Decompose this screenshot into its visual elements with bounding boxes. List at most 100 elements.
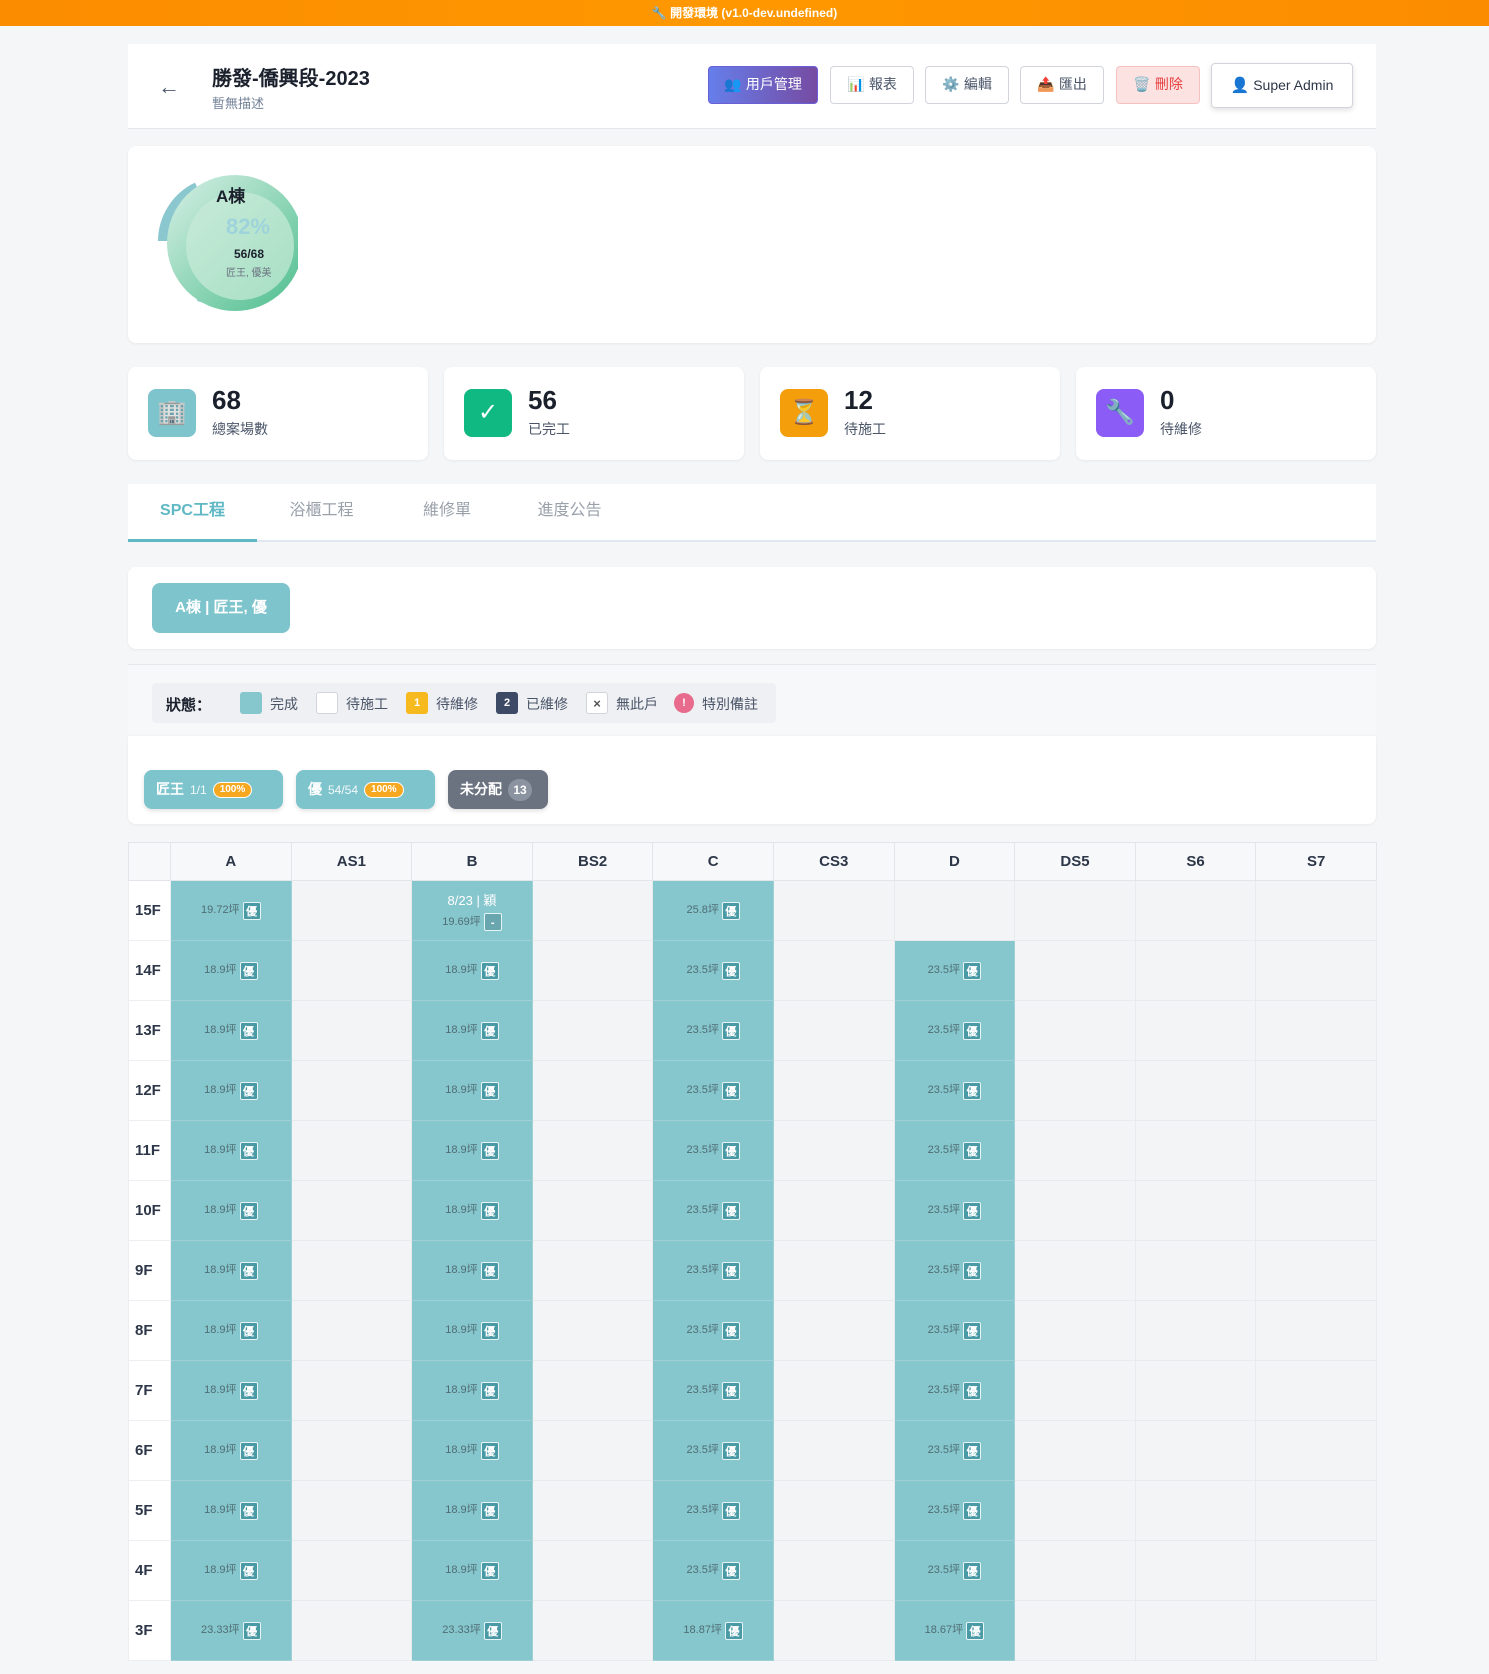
team-badge: 優: [721, 1081, 740, 1100]
team-badge: 優: [239, 1441, 258, 1460]
unit-cell-complete[interactable]: 23.5坪優: [893, 1240, 1016, 1301]
unit-cell-complete[interactable]: 18.9坪優: [170, 1420, 292, 1481]
unit-cell-empty: [290, 1000, 413, 1061]
unit-cell-complete[interactable]: 23.33坪優: [170, 1600, 292, 1661]
user-management-button[interactable]: 👥 用戶管理: [708, 66, 818, 104]
unit-cell-empty: [290, 1060, 413, 1121]
stat-card-pending: ⏳ 12 待施工: [760, 367, 1060, 460]
unit-cell-complete[interactable]: 18.9坪優: [170, 1480, 292, 1541]
unit-cell-complete[interactable]: 23.5坪優: [652, 1240, 774, 1301]
unit-cell-complete[interactable]: 18.9坪優: [170, 1360, 292, 1421]
tab-announcements[interactable]: 進度公告: [508, 484, 631, 542]
unit-cell-complete[interactable]: 18.9坪優: [411, 1480, 533, 1541]
unit-cell-empty: [1255, 1240, 1377, 1301]
unit-cell-complete[interactable]: 23.33坪優: [411, 1600, 533, 1661]
unit-cell-complete[interactable]: 18.9坪優: [411, 940, 533, 1001]
export-button[interactable]: 📤 匯出: [1020, 66, 1104, 104]
unit-area: 18.9坪: [204, 1084, 237, 1097]
unit-cell-complete[interactable]: 23.5坪優: [652, 1300, 774, 1361]
unit-cell-complete[interactable]: 18.9坪優: [411, 1360, 533, 1421]
unit-cell-complete[interactable]: 18.9坪優: [411, 1000, 533, 1061]
unit-cell-complete[interactable]: 18.87坪優: [652, 1600, 774, 1661]
team-badge: 優: [963, 1201, 982, 1220]
unit-cell-complete[interactable]: 23.5坪優: [893, 1360, 1016, 1421]
report-button[interactable]: 📊 報表: [830, 66, 914, 104]
edit-button[interactable]: ⚙️ 編輯: [925, 66, 1009, 104]
account-button[interactable]: 👤 Super Admin: [1211, 63, 1353, 108]
unit-cell-complete[interactable]: 18.9坪優: [170, 1540, 292, 1601]
unit-cell-complete[interactable]: 23.5坪優: [893, 1060, 1016, 1121]
building-a-button[interactable]: A棟 | 匠王, 優: [152, 583, 290, 633]
team-badge: 優: [239, 961, 258, 980]
unit-cell-complete[interactable]: 23.5坪優: [893, 1420, 1016, 1481]
unit-cell-complete[interactable]: 23.5坪優: [652, 1180, 774, 1241]
unit-cell-complete[interactable]: 18.9坪優: [411, 1060, 533, 1121]
unit-cell-complete[interactable]: 19.72坪優: [170, 880, 292, 941]
team-percent-badge: 100%: [364, 782, 404, 799]
team-badge: 優: [480, 1201, 499, 1220]
unit-cell-complete[interactable]: 18.9坪優: [170, 1060, 292, 1121]
unit-area: 23.5坪: [686, 1264, 719, 1277]
unit-cell-complete[interactable]: 18.9坪優: [170, 1000, 292, 1061]
tab-repair-orders[interactable]: 維修單: [386, 484, 508, 542]
team-count: 54/54: [328, 783, 359, 797]
team-badge: 優: [480, 1321, 499, 1340]
unit-cell-complete[interactable]: 23.5坪優: [893, 940, 1016, 1001]
unit-cell-complete[interactable]: 18.9坪優: [411, 1120, 533, 1181]
delete-button[interactable]: 🗑️ 刪除: [1116, 66, 1200, 104]
unit-area: 18.9坪: [445, 1324, 478, 1337]
tab-spc[interactable]: SPC工程: [128, 484, 257, 542]
unit-cell-complete[interactable]: 23.5坪優: [652, 1000, 774, 1061]
unit-area: 23.5坪: [686, 1444, 719, 1457]
unit-cell-complete[interactable]: 23.5坪優: [893, 1180, 1016, 1241]
floor-label: 13F: [128, 1000, 171, 1061]
unit-cell-complete[interactable]: 23.5坪優: [652, 1420, 774, 1481]
column-header: CS3: [772, 842, 895, 881]
unit-cell-complete[interactable]: 18.9坪優: [170, 1240, 292, 1301]
unit-cell-complete[interactable]: 25.8坪優: [652, 880, 774, 941]
unit-cell-complete[interactable]: 23.5坪優: [893, 1300, 1016, 1361]
unit-cell-complete[interactable]: 23.5坪優: [652, 1540, 774, 1601]
unit-cell-complete[interactable]: 23.5坪優: [652, 1120, 774, 1181]
unit-cell-empty: [1014, 1060, 1136, 1121]
team-badge: 優: [963, 1261, 982, 1280]
unit-area: 18.9坪: [204, 1024, 237, 1037]
team-badge: 優: [721, 1321, 740, 1340]
team-badge: 優: [480, 1381, 499, 1400]
unit-cell-complete[interactable]: 18.9坪優: [170, 940, 292, 1001]
unit-cell-complete[interactable]: 23.5坪優: [652, 1480, 774, 1541]
unit-cell-complete[interactable]: 23.5坪優: [652, 1060, 774, 1121]
unit-cell-complete[interactable]: 18.9坪優: [411, 1540, 533, 1601]
unit-cell-empty: [1134, 1360, 1257, 1421]
team-chip-unassigned[interactable]: 未分配 13: [448, 770, 548, 809]
team-badge: 優: [721, 1441, 740, 1460]
unit-cell-complete[interactable]: 23.5坪優: [893, 1120, 1016, 1181]
unit-cell-complete[interactable]: 23.5坪優: [893, 1480, 1016, 1541]
unit-cell-complete[interactable]: 18.9坪優: [411, 1420, 533, 1481]
unit-cell-complete[interactable]: 18.9坪優: [170, 1120, 292, 1181]
unit-cell-complete[interactable]: 8/23 | 穎 19.69坪 -: [411, 880, 533, 941]
team-badge: 優: [721, 1021, 740, 1040]
unit-cell-complete[interactable]: 23.5坪優: [652, 1360, 774, 1421]
team-chip[interactable]: 優 54/54 100%: [296, 770, 435, 809]
unit-cell-empty: [772, 1300, 895, 1361]
team-chip[interactable]: 匠王 1/1 100%: [144, 770, 283, 809]
floor-label: 11F: [128, 1120, 171, 1181]
legend-swatch-pending: [316, 692, 338, 714]
unit-area: 18.87坪: [683, 1624, 722, 1637]
unit-cell-empty: [1255, 880, 1377, 941]
unit-cell-empty[interactable]: [893, 880, 1016, 941]
unit-cell-complete[interactable]: 18.9坪優: [170, 1180, 292, 1241]
unit-cell-complete[interactable]: 23.5坪優: [893, 1540, 1016, 1601]
unit-cell-complete[interactable]: 18.67坪優: [893, 1600, 1016, 1661]
unit-cell-complete[interactable]: 18.9坪優: [411, 1180, 533, 1241]
unit-cell-complete[interactable]: 23.5坪優: [893, 1000, 1016, 1061]
unit-cell-complete[interactable]: 18.9坪優: [411, 1240, 533, 1301]
unit-cell-empty: [1014, 1180, 1136, 1241]
unit-cell-complete[interactable]: 23.5坪優: [652, 940, 774, 1001]
team-badge: 優: [721, 1561, 740, 1580]
unit-cell-complete[interactable]: 18.9坪優: [170, 1300, 292, 1361]
unit-cell-complete[interactable]: 18.9坪優: [411, 1300, 533, 1361]
back-arrow-icon[interactable]: ←: [158, 74, 180, 100]
tab-cabinet[interactable]: 浴櫃工程: [257, 484, 386, 542]
